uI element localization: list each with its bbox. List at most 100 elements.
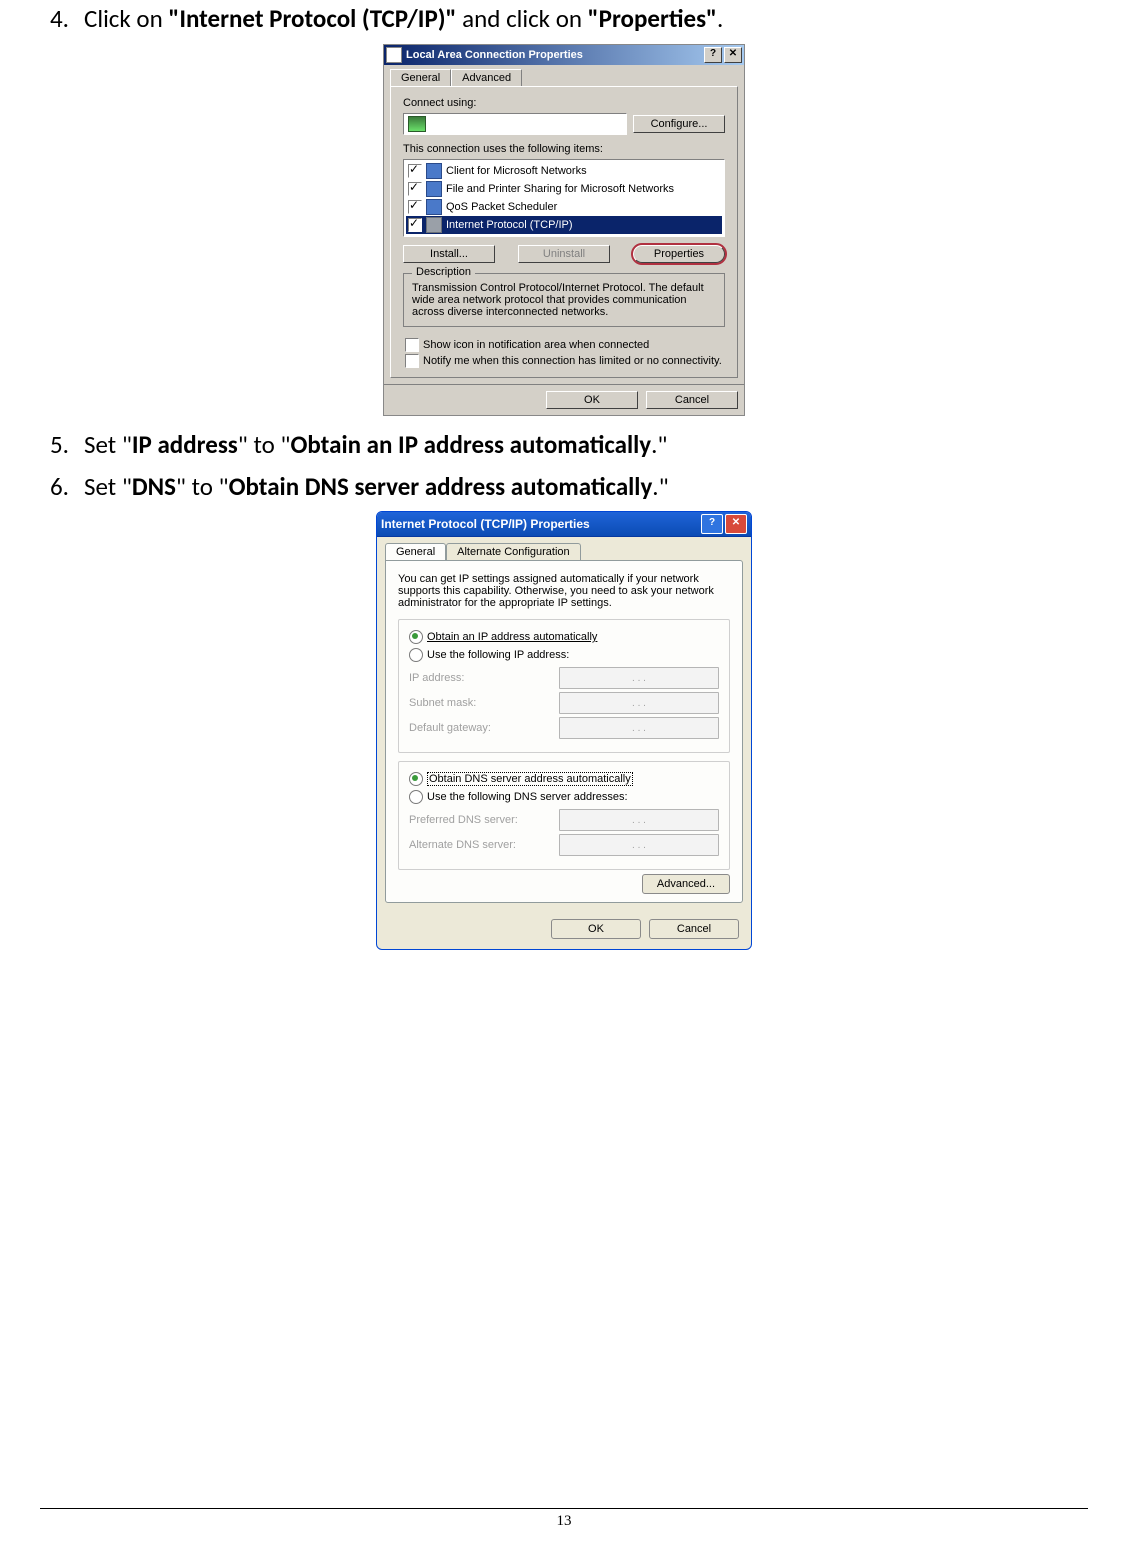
close-button[interactable]: ✕ xyxy=(725,514,747,534)
ip-address-field[interactable]: . . . xyxy=(559,667,719,689)
service-icon xyxy=(426,199,442,215)
radio-icon[interactable] xyxy=(409,630,423,644)
field-label: Default gateway: xyxy=(409,722,559,734)
show-icon-option[interactable]: Show icon in notification area when conn… xyxy=(403,337,725,353)
uninstall-button[interactable]: Uninstall xyxy=(518,245,610,263)
page-number: 13 xyxy=(40,1513,1088,1530)
footer-rule xyxy=(40,1508,1088,1509)
configure-button[interactable]: Configure... xyxy=(633,115,725,133)
service-icon xyxy=(426,163,442,179)
tab-panel-general: Connect using: Configure... This connect… xyxy=(390,86,738,378)
cancel-button[interactable]: Cancel xyxy=(646,391,738,409)
gateway-row: Default gateway: . . . xyxy=(409,717,719,739)
dialog-button-row: OK Cancel xyxy=(377,911,751,949)
option-label: Show icon in notification area when conn… xyxy=(423,339,649,351)
checkbox-icon[interactable] xyxy=(408,218,422,232)
dialog-button-row: OK Cancel xyxy=(384,384,744,415)
list-item[interactable]: File and Printer Sharing for Microsoft N… xyxy=(406,180,722,198)
nic-icon xyxy=(408,116,426,132)
radio-label: Obtain DNS server address automatically xyxy=(427,772,633,786)
ok-button[interactable]: OK xyxy=(546,391,638,409)
tab-row: General Advanced xyxy=(384,65,744,86)
step-text: Set "DNS" to "Obtain DNS server address … xyxy=(84,470,1088,504)
step-number: 6. xyxy=(50,470,84,504)
instruction-step-4: 4. Click on "Internet Protocol (TCP/IP)"… xyxy=(50,2,1088,36)
intro-text: You can get IP settings assigned automat… xyxy=(398,573,730,609)
field-label: Preferred DNS server: xyxy=(409,814,559,826)
item-label: Internet Protocol (TCP/IP) xyxy=(446,219,573,231)
radio-use-ip[interactable]: Use the following IP address: xyxy=(409,646,719,664)
description-text: Transmission Control Protocol/Internet P… xyxy=(412,282,716,318)
tab-advanced[interactable]: Advanced xyxy=(451,69,522,86)
radio-icon[interactable] xyxy=(409,648,423,662)
tab-panel-general: You can get IP settings assigned automat… xyxy=(385,560,743,903)
screenshot-lan-properties: Local Area Connection Properties ? ✕ Gen… xyxy=(383,44,745,416)
radio-label: Use the following IP address: xyxy=(427,649,569,661)
step-text: Set "IP address" to "Obtain an IP addres… xyxy=(84,428,1088,462)
field-label: Subnet mask: xyxy=(409,697,559,709)
ok-button[interactable]: OK xyxy=(551,919,641,939)
instruction-step-5: 5. Set "IP address" to "Obtain an IP add… xyxy=(50,428,1088,462)
item-label: File and Printer Sharing for Microsoft N… xyxy=(446,183,674,195)
tab-general[interactable]: General xyxy=(385,543,446,560)
titlebar: Local Area Connection Properties ? ✕ xyxy=(384,45,744,65)
option-label: Notify me when this connection has limit… xyxy=(423,355,722,367)
checkbox-icon[interactable] xyxy=(405,338,419,352)
radio-icon[interactable] xyxy=(409,790,423,804)
titlebar: Internet Protocol (TCP/IP) Properties ? … xyxy=(377,512,751,537)
radio-obtain-ip[interactable]: Obtain an IP address automatically xyxy=(409,628,719,646)
field-label: IP address: xyxy=(409,672,559,684)
item-label: QoS Packet Scheduler xyxy=(446,201,557,213)
service-icon xyxy=(426,181,442,197)
tab-row: General Alternate Configuration xyxy=(377,537,751,560)
alt-dns-field[interactable]: . . . xyxy=(559,834,719,856)
list-item[interactable]: QoS Packet Scheduler xyxy=(406,198,722,216)
uses-items-label: This connection uses the following items… xyxy=(403,143,725,155)
radio-label: Obtain an IP address automatically xyxy=(427,631,597,643)
radio-icon[interactable] xyxy=(409,772,423,786)
ip-group: Obtain an IP address automatically Use t… xyxy=(398,619,730,753)
radio-use-dns[interactable]: Use the following DNS server addresses: xyxy=(409,788,719,806)
screenshot-tcpip-properties: Internet Protocol (TCP/IP) Properties ? … xyxy=(376,511,752,950)
checkbox-icon[interactable] xyxy=(408,182,422,196)
radio-label: Use the following DNS server addresses: xyxy=(427,791,628,803)
instruction-step-6: 6. Set "DNS" to "Obtain DNS server addre… xyxy=(50,470,1088,504)
tab-alternate-configuration[interactable]: Alternate Configuration xyxy=(446,543,581,560)
description-group: Description Transmission Control Protoco… xyxy=(403,273,725,327)
close-button[interactable]: ✕ xyxy=(724,47,742,63)
gateway-field[interactable]: . . . xyxy=(559,717,719,739)
cancel-button[interactable]: Cancel xyxy=(649,919,739,939)
radio-obtain-dns[interactable]: Obtain DNS server address automatically xyxy=(409,770,719,788)
step-number: 4. xyxy=(50,2,84,36)
help-button[interactable]: ? xyxy=(704,47,722,63)
notify-option[interactable]: Notify me when this connection has limit… xyxy=(403,353,725,369)
adapter-field[interactable] xyxy=(403,113,627,135)
window-title: Internet Protocol (TCP/IP) Properties xyxy=(381,517,699,531)
page-footer: 13 xyxy=(40,1508,1088,1530)
pref-dns-field[interactable]: . . . xyxy=(559,809,719,831)
pref-dns-row: Preferred DNS server: . . . xyxy=(409,809,719,831)
tab-general[interactable]: General xyxy=(390,69,451,86)
step-number: 5. xyxy=(50,428,84,462)
dns-group: Obtain DNS server address automatically … xyxy=(398,761,730,870)
install-button[interactable]: Install... xyxy=(403,245,495,263)
checkbox-icon[interactable] xyxy=(408,164,422,178)
step-text: Click on "Internet Protocol (TCP/IP)" an… xyxy=(84,2,1088,36)
connect-using-label: Connect using: xyxy=(403,97,725,109)
advanced-button[interactable]: Advanced... xyxy=(642,874,730,894)
item-label: Client for Microsoft Networks xyxy=(446,165,587,177)
help-button[interactable]: ? xyxy=(701,514,723,534)
subnet-field[interactable]: . . . xyxy=(559,692,719,714)
ip-address-row: IP address: . . . xyxy=(409,667,719,689)
field-label: Alternate DNS server: xyxy=(409,839,559,851)
properties-button[interactable]: Properties xyxy=(633,245,725,263)
checkbox-icon[interactable] xyxy=(408,200,422,214)
list-item[interactable]: Client for Microsoft Networks xyxy=(406,162,722,180)
protocol-icon xyxy=(426,217,442,233)
description-legend: Description xyxy=(412,266,475,278)
window-icon xyxy=(386,47,402,63)
list-item-selected[interactable]: Internet Protocol (TCP/IP) xyxy=(406,216,722,234)
items-listbox[interactable]: Client for Microsoft Networks File and P… xyxy=(403,159,725,237)
alt-dns-row: Alternate DNS server: . . . xyxy=(409,834,719,856)
checkbox-icon[interactable] xyxy=(405,354,419,368)
